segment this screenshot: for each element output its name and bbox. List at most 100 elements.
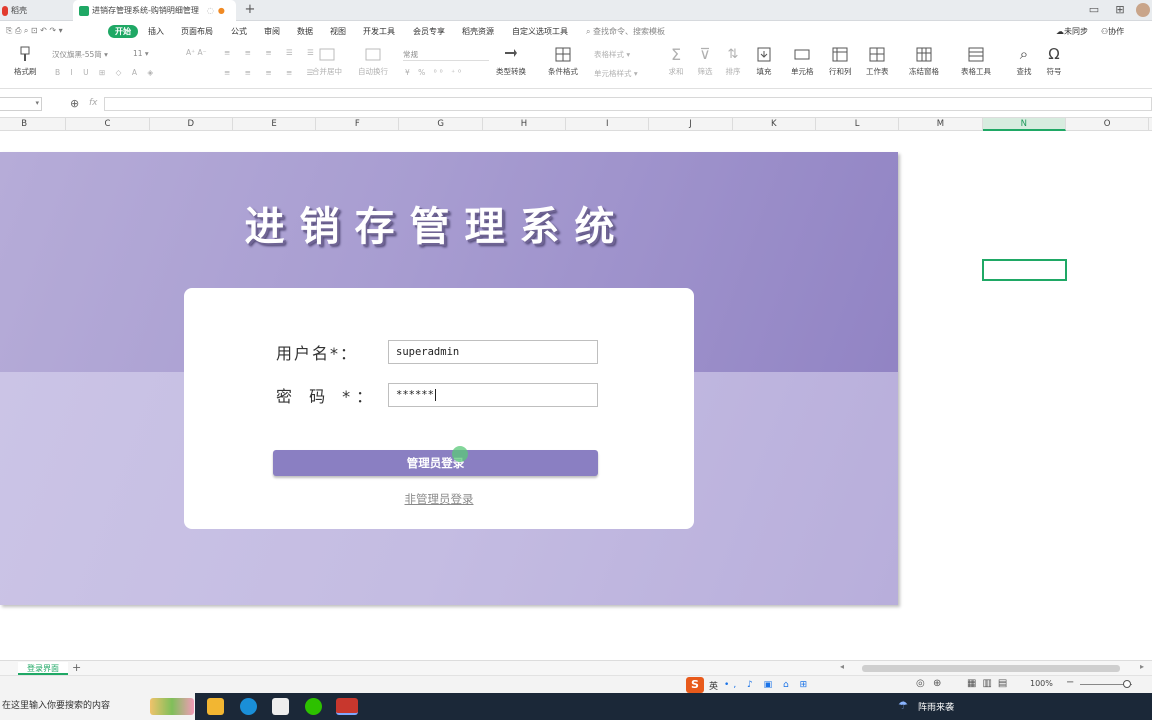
- add-sheet-icon[interactable]: +: [72, 661, 81, 674]
- sort-button[interactable]: ⇅ 排序: [724, 46, 742, 77]
- symbol-button[interactable]: Ω 符号: [1045, 46, 1063, 77]
- menu-member[interactable]: 会员专享: [413, 26, 445, 37]
- eye-icon[interactable]: ◎: [916, 678, 925, 689]
- table-tools-button[interactable]: 表格工具: [961, 46, 991, 77]
- font-style-icons[interactable]: B I U ⊞ ◇ A ◈: [55, 68, 157, 77]
- username-input[interactable]: superadmin: [388, 340, 598, 364]
- sync-status[interactable]: ☁未同步: [1056, 26, 1088, 37]
- freeze-panes-button[interactable]: 冻结窗格: [909, 46, 939, 77]
- fx-icon[interactable]: fx: [89, 98, 98, 108]
- sheet-tab-login[interactable]: 登录界面: [18, 662, 68, 675]
- horizontal-scrollbar[interactable]: [862, 665, 1120, 672]
- layout-icon[interactable]: ▭: [1087, 3, 1101, 17]
- text-caret: [434, 389, 436, 401]
- filter-button[interactable]: ⊽ 筛选: [696, 46, 714, 77]
- column-header-k[interactable]: K: [733, 118, 816, 131]
- merge-center-button[interactable]: 合并居中: [312, 46, 342, 77]
- ime-toolbar[interactable]: S 英 •, ♪ ▣ ⌂ ⊞: [686, 677, 811, 693]
- menu-view[interactable]: 视图: [330, 26, 346, 37]
- system-title: 进销存管理系统: [244, 204, 630, 250]
- table-style-button[interactable]: 表格样式 ▾: [594, 49, 630, 60]
- cell-button[interactable]: 单元格: [791, 46, 814, 77]
- file-explorer-icon[interactable]: [207, 698, 224, 715]
- edge-browser-icon[interactable]: [240, 698, 257, 715]
- fill-down-icon: [757, 47, 771, 62]
- row-col-button[interactable]: 行和列: [829, 46, 852, 77]
- column-header-j[interactable]: J: [649, 118, 733, 131]
- worksheet-button[interactable]: 工作表: [866, 46, 889, 77]
- selected-cell[interactable]: [982, 259, 1067, 281]
- tab-docer[interactable]: 稻壳: [0, 0, 70, 21]
- font-size-select[interactable]: 11 ▾: [133, 49, 149, 58]
- crosshair-icon[interactable]: ⊕: [933, 678, 941, 689]
- wrap-icon: [365, 48, 381, 61]
- scroll-right-icon[interactable]: ▸: [1140, 662, 1144, 671]
- column-header-b[interactable]: B: [0, 118, 67, 131]
- cell-style-button[interactable]: 单元格样式 ▾: [594, 68, 638, 79]
- search-highlight-image: [150, 698, 194, 715]
- new-tab-icon[interactable]: +: [243, 3, 257, 17]
- column-header-f[interactable]: F: [316, 118, 400, 131]
- conditional-format-button[interactable]: 条件格式: [548, 46, 578, 77]
- app-icon[interactable]: [272, 698, 289, 715]
- cloud-icon: ☁: [1056, 27, 1064, 36]
- fill-button[interactable]: 填充: [755, 46, 773, 77]
- command-search[interactable]: ⌕ 查找命令、搜索模板: [586, 26, 665, 37]
- column-header-c[interactable]: C: [66, 118, 150, 131]
- wrap-text-button[interactable]: 自动换行: [358, 46, 388, 77]
- column-header-o[interactable]: O: [1066, 118, 1150, 131]
- number-format-select[interactable]: 常规: [403, 49, 489, 61]
- format-painter-button[interactable]: 格式刷: [14, 46, 37, 77]
- menu-formula[interactable]: 公式: [231, 26, 247, 37]
- wps-icon[interactable]: [336, 698, 358, 715]
- ime-tool-icons: •, ♪ ▣ ⌂ ⊞: [724, 680, 812, 690]
- menu-data[interactable]: 数据: [297, 26, 313, 37]
- sort-icon: ⇅: [727, 47, 739, 62]
- tab-workbook[interactable]: 进销存管理系统-购销明细管理 ◌ ●: [73, 0, 236, 21]
- column-header-e[interactable]: E: [233, 118, 317, 131]
- sigma-icon: Σ: [670, 45, 682, 64]
- column-header-d[interactable]: D: [150, 118, 233, 131]
- view-mode-icons[interactable]: ▦▥▤: [967, 678, 1013, 689]
- merge-icon: [319, 48, 335, 61]
- zoom-slider-handle[interactable]: [1123, 680, 1131, 688]
- column-header-l[interactable]: L: [816, 118, 900, 131]
- quick-access-icons[interactable]: ⎘ ⎙ ⌕ ⊡ ↶ ↷ ▾: [6, 26, 63, 36]
- name-box[interactable]: ▾: [0, 97, 42, 111]
- menu-custom-tools[interactable]: 自定义选项工具: [512, 26, 568, 37]
- column-header-m[interactable]: M: [899, 118, 983, 131]
- password-input[interactable]: ******: [388, 383, 598, 407]
- admin-login-button[interactable]: 管理员登录: [273, 450, 598, 476]
- number-format-icons[interactable]: ¥ % ⁰⁰ ⁺⁰: [405, 68, 464, 77]
- align-icons[interactable]: ≡ ≡ ≡ ≡ ☰: [224, 68, 319, 77]
- column-header-h[interactable]: H: [483, 118, 567, 131]
- zoom-out-icon[interactable]: −: [1066, 677, 1074, 688]
- column-header-i[interactable]: I: [566, 118, 650, 131]
- menu-dev-tools[interactable]: 开发工具: [363, 26, 395, 37]
- menu-page-layout[interactable]: 页面布局: [181, 26, 213, 37]
- column-header-n[interactable]: N: [982, 118, 1066, 131]
- menu-home[interactable]: 开始: [108, 25, 138, 38]
- font-size-adjust-icons[interactable]: A⁺ A⁻: [186, 48, 207, 57]
- avatar[interactable]: [1136, 3, 1150, 17]
- formula-input[interactable]: [104, 97, 1152, 111]
- wechat-icon[interactable]: [305, 698, 322, 715]
- find-button[interactable]: ⌕ 查找: [1015, 46, 1033, 77]
- align-top-icons[interactable]: ≡ ≡ ≡ ☰ ☰: [224, 48, 320, 57]
- apps-grid-icon[interactable]: ⊞: [1113, 3, 1127, 17]
- freeze-icon: [916, 47, 932, 62]
- non-admin-login-link[interactable]: 非管理员登录: [184, 491, 694, 507]
- column-header-g[interactable]: G: [400, 118, 483, 131]
- menu-review[interactable]: 审阅: [264, 26, 280, 37]
- collaborate-button[interactable]: ⚇协作: [1101, 26, 1124, 37]
- type-convert-button[interactable]: 类型转换: [496, 46, 526, 77]
- zoom-level[interactable]: 100%: [1030, 679, 1053, 688]
- menu-docer-resources[interactable]: 稻壳资源: [462, 26, 494, 37]
- sum-button[interactable]: Σ 求和: [667, 46, 685, 77]
- weather-text: 阵雨来袭: [918, 703, 955, 713]
- scroll-left-icon[interactable]: ◂: [840, 662, 844, 671]
- pin-icon[interactable]: ◌: [207, 6, 214, 15]
- zoom-search-icon[interactable]: ⊕: [70, 97, 79, 110]
- font-name-select[interactable]: 汉仪旗黑-55简 ▾: [52, 49, 128, 60]
- menu-insert[interactable]: 插入: [148, 26, 164, 37]
